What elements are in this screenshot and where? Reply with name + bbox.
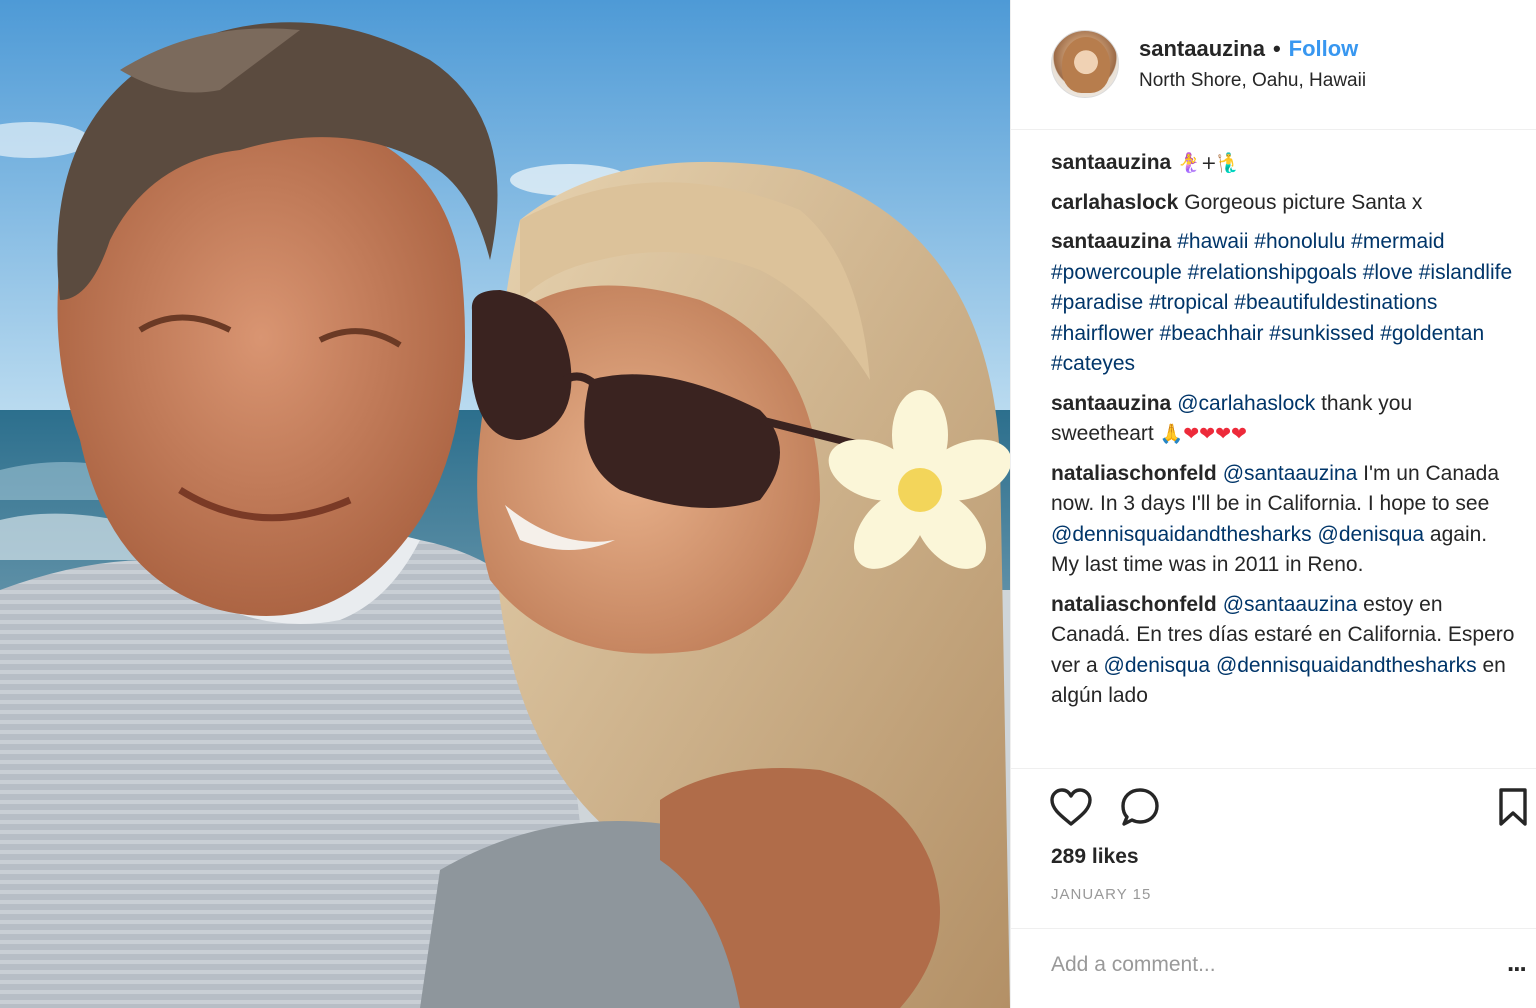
comment-item: santaauzina 🧜‍♀️+🧜‍♂️: [1051, 148, 1517, 179]
likes-count[interactable]: 289 likes: [1051, 845, 1139, 869]
comment-link[interactable]: @dennisquaidandthesharks: [1051, 523, 1312, 546]
username-line: santaauzina • Follow: [1139, 36, 1358, 62]
username-link[interactable]: santaauzina: [1139, 36, 1265, 62]
comment-author-link[interactable]: santaauzina: [1051, 230, 1171, 253]
post-details-panel: santaauzina • Follow North Shore, Oahu, …: [1010, 0, 1536, 1008]
heart-outline-icon[interactable]: [1049, 787, 1093, 827]
comment-item: nataliaschonfeld @santaauzina I'm un Cana…: [1051, 459, 1517, 581]
comment-author-link[interactable]: santaauzina: [1051, 392, 1171, 415]
comment-link[interactable]: @dennisquaidandthesharks: [1216, 654, 1477, 677]
comment-item: nataliaschonfeld @santaauzina estoy en Ca…: [1051, 590, 1517, 712]
post-header: santaauzina • Follow North Shore, Oahu, …: [1011, 0, 1536, 130]
selfie-illustration: [0, 0, 1010, 1008]
comments-list[interactable]: santaauzina 🧜‍♀️+🧜‍♂️ carlahaslock Gorgeous…: [1051, 148, 1517, 768]
action-bar: 289 likes JANUARY 15: [1011, 768, 1536, 928]
add-comment-input[interactable]: Add a comment...: [1051, 953, 1216, 977]
comment-item: santaauzina #hawaii #honolulu #mermaid #p…: [1051, 227, 1517, 380]
comment-link[interactable]: @carlahaslock: [1177, 392, 1315, 415]
heart-emoji: ❤❤❤❤: [1183, 423, 1247, 445]
comment-link[interactable]: @denisqua: [1104, 654, 1211, 677]
comment-item: carlahaslock Gorgeous picture Santa x: [1051, 188, 1517, 219]
comment-author-link[interactable]: nataliaschonfeld: [1051, 593, 1217, 616]
comment-author-link[interactable]: carlahaslock: [1051, 191, 1178, 214]
post-photo[interactable]: [0, 0, 1010, 1008]
add-comment-bar: Add a comment... ...: [1011, 928, 1536, 1008]
emoji: 🧜‍♀️+🧜‍♂️: [1177, 152, 1241, 174]
separator-dot: •: [1272, 36, 1281, 61]
comment-link[interactable]: @santaauzina: [1223, 593, 1358, 616]
follow-button[interactable]: Follow: [1289, 36, 1359, 62]
bookmark-icon[interactable]: [1497, 787, 1529, 827]
ellipsis-icon[interactable]: ...: [1507, 947, 1527, 978]
emoji: 🙏: [1159, 423, 1184, 445]
comment-item: santaauzina @carlahaslock thank you sweet…: [1051, 389, 1517, 450]
avatar[interactable]: [1051, 30, 1119, 98]
comment-link[interactable]: @denisqua: [1318, 523, 1425, 546]
post-date: JANUARY 15: [1051, 886, 1152, 903]
speech-bubble-icon[interactable]: [1119, 787, 1161, 829]
comment-link[interactable]: @santaauzina: [1223, 462, 1358, 485]
location-link[interactable]: North Shore, Oahu, Hawaii: [1139, 70, 1366, 92]
comment-author-link[interactable]: santaauzina: [1051, 151, 1171, 174]
comment-text: Gorgeous picture Santa x: [1184, 190, 1423, 214]
comment-author-link[interactable]: nataliaschonfeld: [1051, 462, 1217, 485]
